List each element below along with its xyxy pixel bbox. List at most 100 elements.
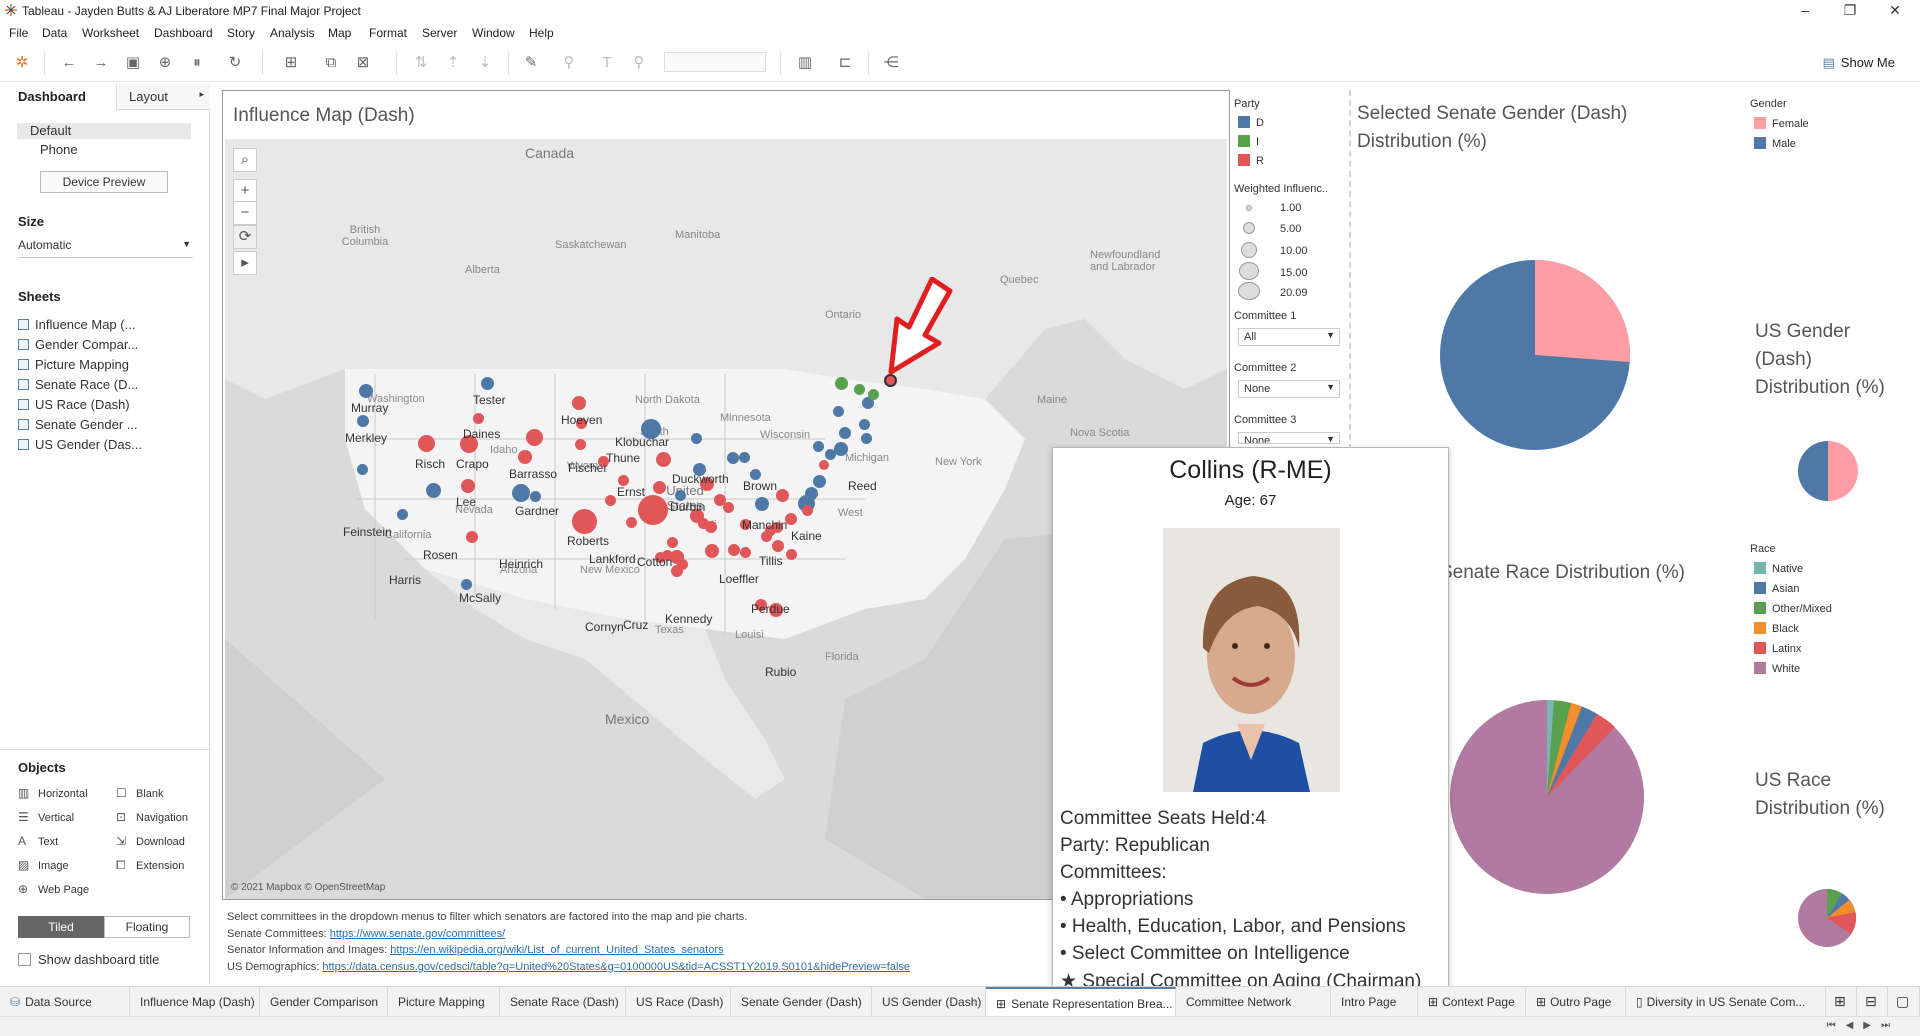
menu-analysis[interactable]: Analysis <box>270 26 315 40</box>
restore-icon[interactable]: ❐ <box>1830 2 1870 19</box>
group-icon[interactable]: ⚲ <box>560 54 578 72</box>
party-legend-item[interactable]: D <box>1238 116 1264 129</box>
tab-picture-mapping[interactable]: Picture Mapping <box>388 987 500 1016</box>
highlight-icon[interactable]: ✎ <box>522 54 540 72</box>
senate-race-pie[interactable] <box>1450 700 1650 900</box>
party-legend-item[interactable]: I <box>1238 135 1259 148</box>
pin-icon[interactable]: ⚲ <box>630 54 648 72</box>
senator-marker[interactable] <box>359 384 373 398</box>
sheet-item-us-gender[interactable]: US Gender (Das... <box>18 437 142 452</box>
sort-descending-icon[interactable]: ⇣ <box>476 54 494 72</box>
tiled-button[interactable]: Tiled <box>18 916 104 938</box>
tab-senate-race[interactable]: Senate Race (Dash) <box>500 987 626 1016</box>
menu-story[interactable]: Story <box>227 26 255 40</box>
senator-marker[interactable] <box>575 439 586 450</box>
tab-diversity-story[interactable]: ▯ Diversity in US Senate Com... <box>1626 987 1826 1016</box>
senate-committees-link[interactable]: https://www.senate.gov/committees/ <box>330 928 505 940</box>
senator-marker[interactable] <box>518 450 532 464</box>
senator-marker[interactable] <box>854 384 865 395</box>
duplicate-icon[interactable]: ⧉ <box>322 54 340 72</box>
race-legend-item[interactable]: Native <box>1754 562 1803 575</box>
device-phone[interactable]: Phone <box>40 142 78 157</box>
tab-layout[interactable]: Layout ▸ <box>116 84 210 110</box>
redo-icon[interactable]: → <box>92 54 110 72</box>
senator-marker[interactable] <box>677 559 688 570</box>
menu-data[interactable]: Data <box>42 26 67 40</box>
zoom-in-icon[interactable]: + <box>233 179 257 203</box>
senator-marker[interactable] <box>691 433 702 444</box>
show-me-button[interactable]: ▤ Show Me <box>1823 55 1896 71</box>
size-legend-item[interactable]: 10.00 <box>1238 242 1308 258</box>
senator-marker[interactable] <box>357 464 368 475</box>
zoom-out-icon[interactable]: − <box>233 201 257 225</box>
senator-marker[interactable] <box>727 452 739 464</box>
senator-marker[interactable] <box>861 433 872 444</box>
object-image[interactable]: ▨ Image <box>18 858 69 872</box>
senator-marker[interactable] <box>813 441 824 452</box>
new-story-tab-icon[interactable]: ▢ <box>1888 987 1920 1016</box>
swap-icon[interactable]: ⇅ <box>412 54 430 72</box>
senator-marker[interactable] <box>740 547 751 558</box>
tab-influence-map[interactable]: Influence Map (Dash) <box>130 987 260 1016</box>
senator-marker[interactable] <box>656 452 671 467</box>
senator-marker[interactable] <box>667 537 678 548</box>
size-legend-item[interactable]: 5.00 <box>1238 222 1301 235</box>
sheet-item-us-race[interactable]: US Race (Dash) <box>18 397 130 412</box>
senator-marker[interactable] <box>653 481 666 494</box>
senator-marker[interactable] <box>755 497 769 511</box>
object-download[interactable]: ⇲ Download <box>116 834 185 848</box>
pie-slice-female[interactable] <box>1535 260 1630 362</box>
tab-committee-network[interactable]: Committee Network <box>1176 987 1331 1016</box>
menu-dashboard[interactable]: Dashboard <box>154 26 213 40</box>
presentation-cards-icon[interactable]: ▥ <box>796 54 814 72</box>
menu-window[interactable]: Window <box>472 26 515 40</box>
us-race-pie[interactable] <box>1797 888 1861 952</box>
race-legend-item[interactable]: Black <box>1754 622 1799 635</box>
senator-marker[interactable] <box>776 489 789 502</box>
senator-marker[interactable] <box>723 502 734 513</box>
sheet-item-picture-mapping[interactable]: Picture Mapping <box>18 357 129 372</box>
tab-data-source[interactable]: ⛁ Data Source <box>0 987 130 1016</box>
object-navigation[interactable]: ⊡ Navigation <box>116 810 188 824</box>
undo-icon[interactable]: ← <box>60 54 78 72</box>
fit-dropdown[interactable] <box>664 52 766 72</box>
tab-context-page[interactable]: ⊞ Context Page <box>1418 987 1526 1016</box>
senator-marker[interactable] <box>839 427 851 439</box>
close-icon[interactable]: ✕ <box>1875 2 1915 19</box>
floating-button[interactable]: Floating <box>104 916 190 938</box>
save-icon[interactable]: ▣ <box>124 54 142 72</box>
object-horizontal[interactable]: ▥ Horizontal <box>18 786 88 800</box>
senator-marker[interactable] <box>530 491 541 502</box>
size-legend-item[interactable]: 1.00 <box>1238 202 1301 214</box>
senator-marker[interactable] <box>834 442 848 456</box>
new-worksheet-tab-icon[interactable]: ⊞ <box>1826 987 1857 1016</box>
senator-marker[interactable] <box>638 495 668 525</box>
us-demographics-link[interactable]: https://data.census.gov/cedsci/table?q=U… <box>322 961 910 973</box>
committee3-dropdown[interactable]: None ▼ <box>1238 432 1340 444</box>
object-blank[interactable]: ☐ Blank <box>116 786 164 800</box>
tab-us-gender[interactable]: US Gender (Dash) <box>872 987 986 1016</box>
senator-marker[interactable] <box>835 377 848 390</box>
refresh-icon[interactable]: ↻ <box>226 54 244 72</box>
committee1-dropdown[interactable]: All ▼ <box>1238 328 1340 346</box>
senator-marker[interactable] <box>473 413 484 424</box>
tab-dashboard[interactable]: Dashboard <box>0 84 115 110</box>
new-worksheet-icon[interactable]: ⊞ <box>282 54 300 72</box>
map-search-icon[interactable]: ⌕ <box>233 148 257 172</box>
object-web-page[interactable]: ⊕ Web Page <box>18 882 89 896</box>
size-legend-item[interactable]: 15.00 <box>1238 262 1308 280</box>
senator-marker[interactable] <box>357 415 369 427</box>
tab-senate-representation[interactable]: ⊞ Senate Representation Brea... <box>986 987 1176 1016</box>
pause-updates-icon[interactable]: ⏸ <box>188 54 206 72</box>
senator-marker[interactable] <box>819 460 829 470</box>
sort-ascending-icon[interactable]: ⇡ <box>444 54 462 72</box>
senator-marker[interactable] <box>786 549 797 560</box>
minimize-icon[interactable]: – <box>1785 2 1825 18</box>
senator-marker[interactable] <box>481 377 494 390</box>
label-icon[interactable]: T <box>598 54 616 72</box>
senator-marker[interactable] <box>739 452 750 463</box>
tab-us-race[interactable]: US Race (Dash) <box>626 987 731 1016</box>
device-default[interactable]: Default <box>30 123 71 138</box>
reset-map-icon[interactable]: ⟳ <box>233 225 257 249</box>
tab-navigation-arrows-icon[interactable]: ⏮◀▶⏭ <box>1827 1020 1900 1031</box>
